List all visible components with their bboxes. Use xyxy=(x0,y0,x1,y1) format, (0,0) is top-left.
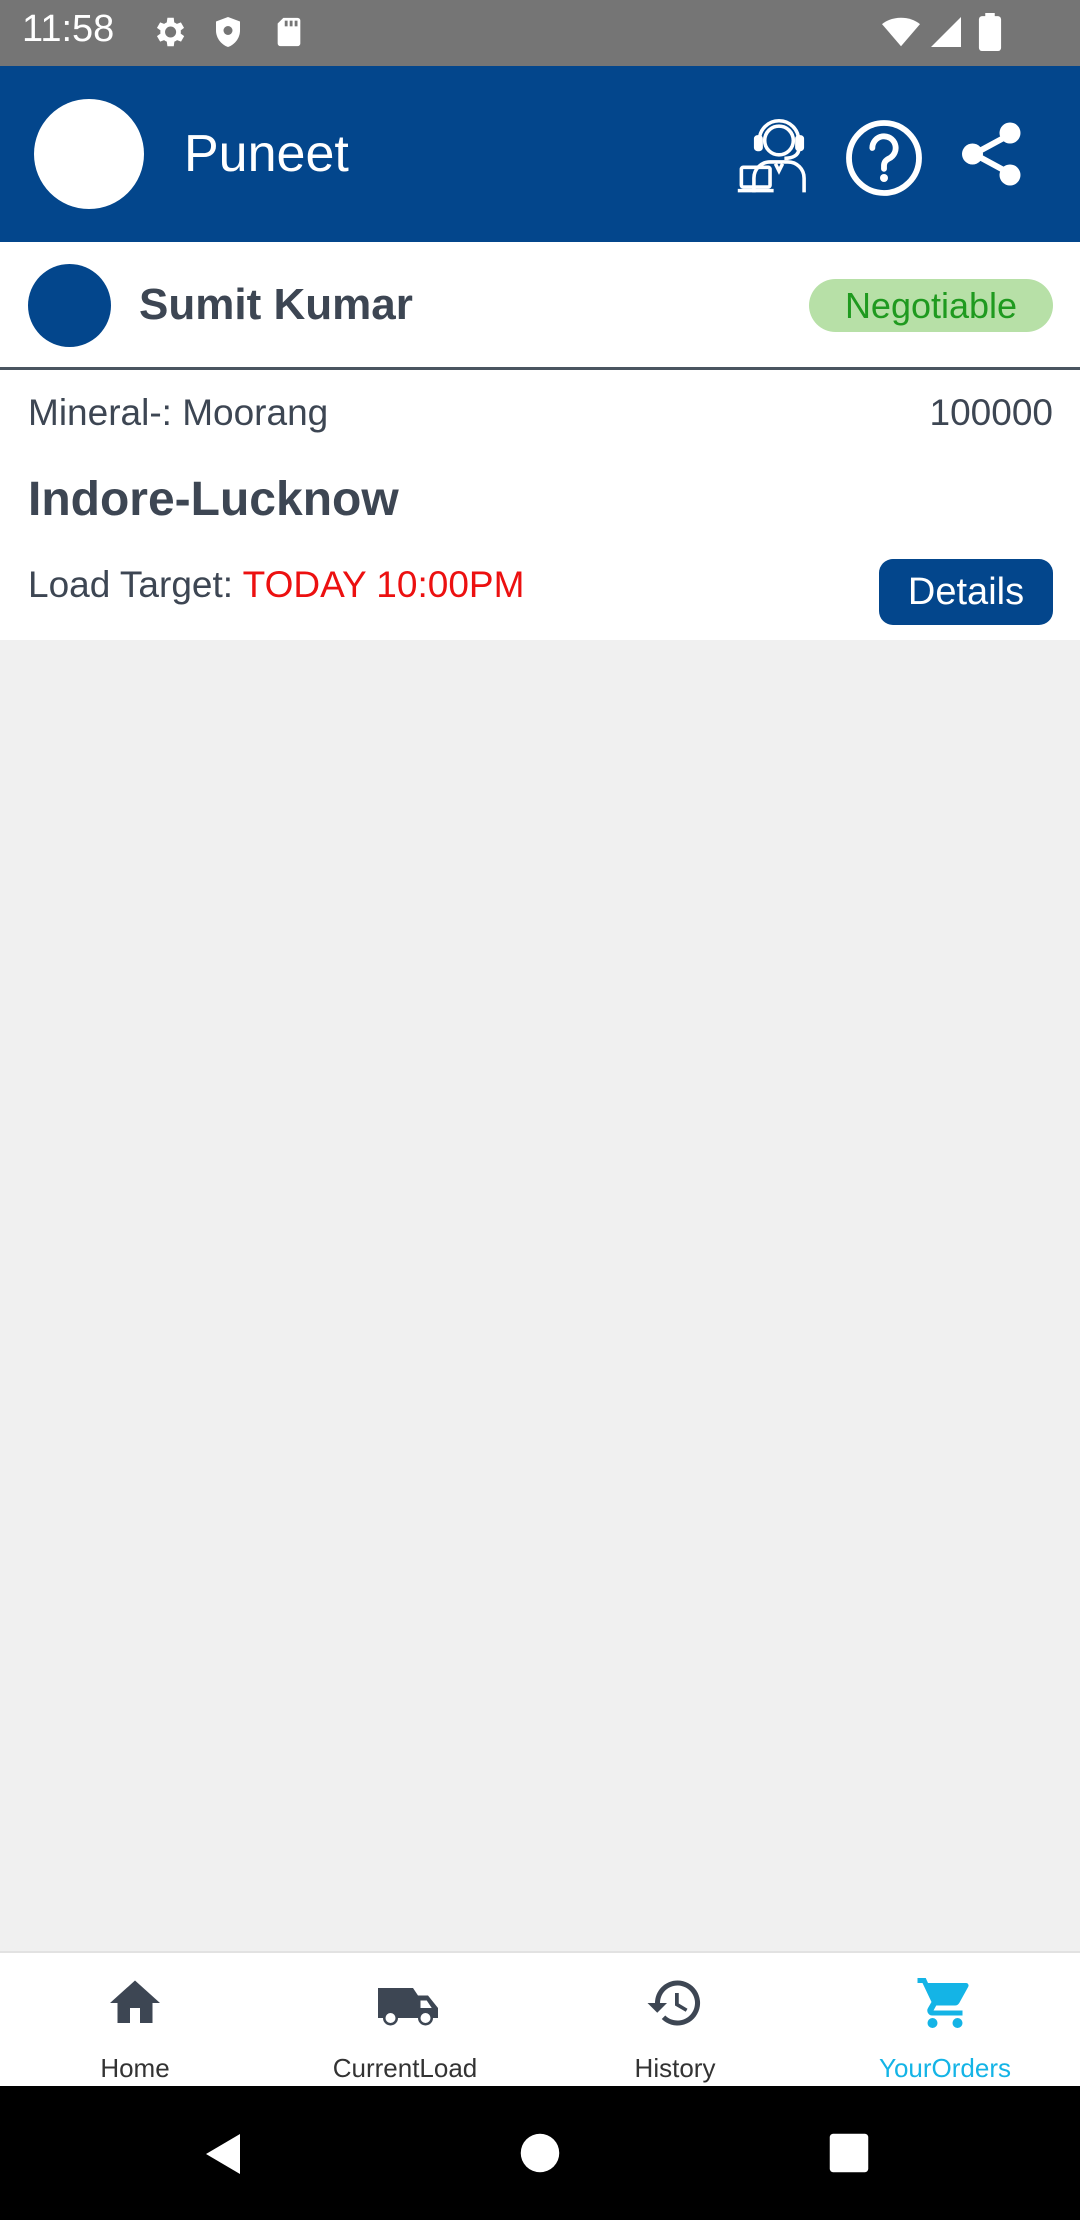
home-icon xyxy=(105,1973,165,2033)
recents-icon[interactable] xyxy=(828,2132,870,2179)
nav-label-yourorders: YourOrders xyxy=(879,2053,1011,2083)
home-circle-icon[interactable] xyxy=(519,2132,561,2179)
nav-item-history[interactable]: History xyxy=(540,1953,810,2088)
status-bar: 11:58 xyxy=(0,0,1080,66)
nav-item-home[interactable]: Home xyxy=(0,1953,270,2088)
back-icon[interactable] xyxy=(200,2129,248,2184)
card-header: Sumit Kumar Negotiable xyxy=(0,242,1080,370)
share-icon[interactable] xyxy=(956,118,1028,195)
gear-icon xyxy=(150,13,188,56)
battery-icon xyxy=(978,13,1002,56)
sd-card-icon xyxy=(272,13,306,56)
cart-icon xyxy=(915,1973,975,2033)
load-target-value: TODAY 10:00PM xyxy=(242,564,525,605)
status-badge: Negotiable xyxy=(809,279,1053,332)
truck-icon xyxy=(375,1973,438,2033)
user-name: Puneet xyxy=(184,125,349,183)
system-nav-bar xyxy=(0,2086,1080,2220)
load-target-label: Load Target: xyxy=(28,564,243,605)
profile-avatar[interactable] xyxy=(34,99,144,209)
shield-icon xyxy=(210,13,246,56)
details-button[interactable]: Details xyxy=(879,559,1053,625)
history-icon xyxy=(645,1973,705,2033)
amount-text: 100000 xyxy=(929,392,1053,433)
load-target: Load Target: TODAY 10:00PM xyxy=(28,564,524,606)
customer-support-icon[interactable] xyxy=(736,110,822,201)
route-title: Indore-Lucknow xyxy=(28,473,399,526)
wifi-icon xyxy=(880,13,922,56)
status-time: 11:58 xyxy=(22,8,115,50)
signal-icon xyxy=(928,13,964,56)
nav-item-currentload[interactable]: CurrentLoad xyxy=(270,1953,540,2088)
nav-label-history: History xyxy=(634,2053,716,2083)
nav-label-home: Home xyxy=(100,2053,170,2083)
seller-avatar xyxy=(28,264,111,347)
seller-name: Sumit Kumar xyxy=(139,280,413,329)
nav-item-yourorders[interactable]: YourOrders xyxy=(810,1953,1080,2088)
bottom-nav: Home CurrentLoad History YourOrders xyxy=(0,1951,1080,2086)
mineral-text: Mineral-: Moorang xyxy=(28,392,329,433)
order-card[interactable]: Sumit Kumar Negotiable Mineral-: Moorang… xyxy=(0,242,1080,640)
nav-label-currentload: CurrentLoad xyxy=(332,2053,478,2083)
app-bar: Puneet xyxy=(0,66,1080,242)
help-icon[interactable] xyxy=(844,118,924,203)
